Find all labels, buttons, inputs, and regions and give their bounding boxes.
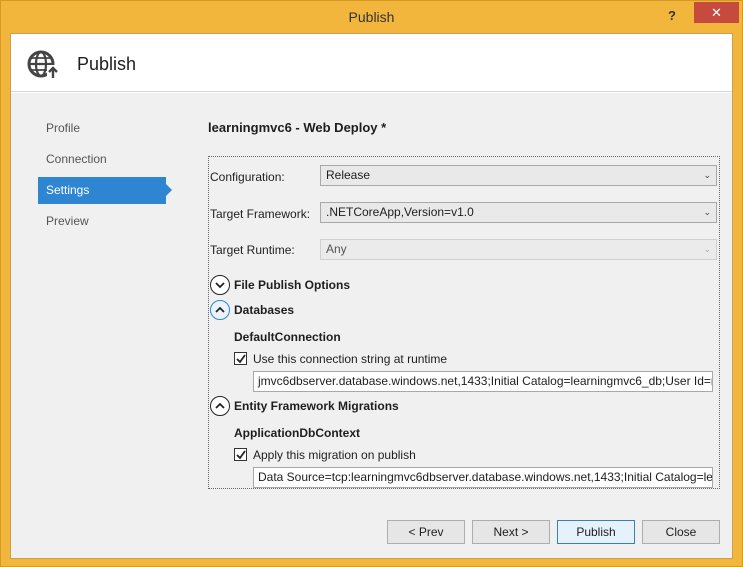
file-publish-options-expander[interactable]: [210, 275, 230, 295]
application-db-context-title: ApplicationDbContext: [234, 426, 360, 440]
target-runtime-select[interactable]: Any ⌄: [320, 239, 717, 260]
apply-migration-checkbox[interactable]: [234, 448, 247, 461]
dialog-body: Profile Connection Settings Preview lear…: [11, 93, 732, 558]
publish-button[interactable]: Publish: [557, 520, 635, 544]
header-title: Publish: [77, 54, 137, 74]
globe-publish-icon: [27, 50, 59, 79]
migration-connection-string-input[interactable]: Data Source=tcp:learningmvc6dbserver.dat…: [253, 467, 713, 488]
dialog-client: Publish Profile Connection Settings Prev…: [10, 33, 733, 559]
chevron-down-icon: ⌄: [703, 207, 711, 217]
default-connection-title: DefaultConnection: [234, 330, 341, 344]
help-button[interactable]: ?: [662, 6, 682, 26]
window-title: Publish: [348, 9, 395, 25]
dialog-header: Publish: [11, 34, 732, 92]
prev-button[interactable]: < Prev: [387, 520, 465, 544]
apply-migration-label[interactable]: Apply this migration on publish: [253, 448, 416, 462]
profile-title: learningmvc6 - Web Deploy *: [208, 120, 387, 135]
chevron-up-icon: [215, 402, 225, 409]
chevron-down-icon: ⌄: [703, 244, 711, 254]
use-connection-at-runtime-checkbox[interactable]: [234, 352, 247, 365]
nav-item-settings[interactable]: Settings: [38, 177, 172, 204]
databases-expander[interactable]: [210, 300, 230, 320]
databases-title[interactable]: Databases: [234, 303, 294, 317]
target-runtime-label: Target Runtime:: [210, 243, 295, 257]
checkmark-icon: [236, 354, 246, 364]
nav-item-preview[interactable]: Preview: [38, 208, 178, 235]
target-framework-label: Target Framework:: [210, 207, 311, 221]
default-connection-string-input[interactable]: jmvc6dbserver.database.windows.net,1433;…: [253, 371, 713, 392]
settings-panel: Configuration: Release ⌄ Target Framewor…: [208, 156, 720, 489]
chevron-up-icon: [215, 306, 225, 313]
chevron-down-icon: ⌄: [703, 170, 711, 180]
configuration-select[interactable]: Release ⌄: [320, 165, 717, 186]
close-button[interactable]: Close: [642, 520, 720, 544]
configuration-label: Configuration:: [210, 170, 285, 184]
ef-migrations-expander[interactable]: [210, 396, 230, 416]
nav-item-connection[interactable]: Connection: [38, 146, 178, 173]
chevron-down-icon: [215, 282, 225, 289]
target-runtime-value: Any: [326, 242, 347, 256]
nav-item-profile[interactable]: Profile: [38, 115, 178, 142]
target-framework-select[interactable]: .NETCoreApp,Version=v1.0 ⌄: [320, 202, 717, 223]
window-close-button[interactable]: ✕: [694, 2, 739, 23]
file-publish-options-title[interactable]: File Publish Options: [234, 278, 350, 292]
checkmark-icon: [236, 450, 246, 460]
configuration-value: Release: [326, 168, 371, 182]
use-connection-at-runtime-label[interactable]: Use this connection string at runtime: [253, 352, 447, 366]
wizard-nav: Profile Connection Settings Preview: [38, 115, 178, 239]
ef-migrations-title[interactable]: Entity Framework Migrations: [234, 399, 399, 413]
title-bar[interactable]: Publish ? ✕: [1, 1, 742, 33]
publish-window: Publish ? ✕ Publish Profile Connection S…: [0, 0, 743, 567]
next-button[interactable]: Next >: [472, 520, 550, 544]
target-framework-value: .NETCoreApp,Version=v1.0: [326, 205, 474, 219]
